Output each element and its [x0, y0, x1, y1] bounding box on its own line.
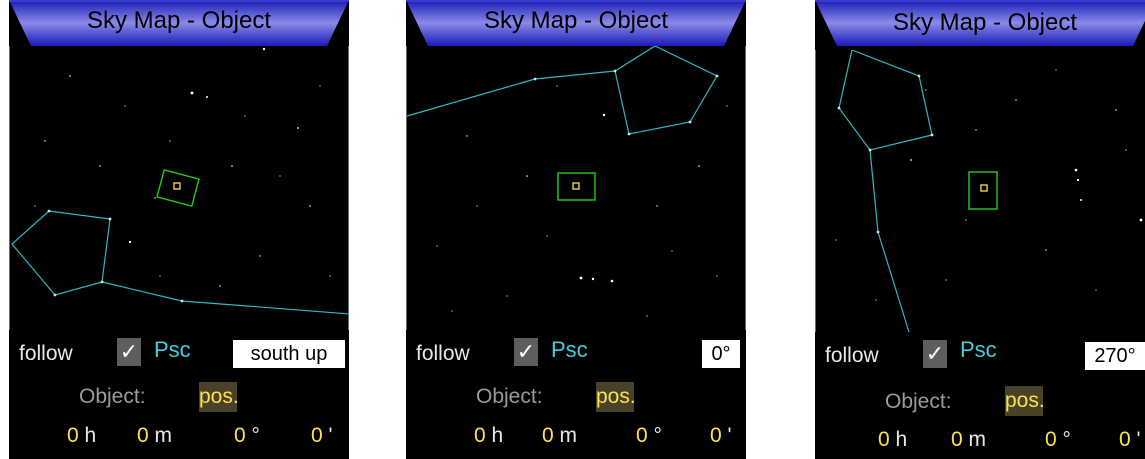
- follow-label: follow: [416, 342, 470, 365]
- dec-degrees-unit: °: [1062, 428, 1071, 451]
- dec-minutes: 0 ': [710, 422, 732, 450]
- constellation-lines: [838, 50, 933, 332]
- star-field: [436, 85, 728, 317]
- dec-degrees-unit: °: [653, 424, 662, 447]
- follow-checkbox[interactable]: ✓: [117, 338, 141, 366]
- ra-minutes: 0 m: [137, 422, 172, 450]
- ra-hours-unit: h: [895, 428, 908, 451]
- sky-map-panel-0deg: Sky Map - Object follow ✓ Psc 0° Object:…: [406, 0, 746, 459]
- constellation-label: Psc: [154, 337, 191, 362]
- sky-map-view[interactable]: [406, 46, 746, 330]
- field-of-view-frame: [557, 172, 596, 201]
- dec-minutes-unit: ': [328, 424, 333, 447]
- title-bar: Sky Map - Object: [406, 0, 746, 46]
- sky-map-panel-south-up: Sky Map - Object follow ✓ Psc south up O…: [9, 0, 349, 459]
- star-field: [835, 69, 1143, 301]
- ra-hours: 0 h: [878, 426, 907, 454]
- dec-minutes-unit: ': [1136, 428, 1141, 451]
- constellation-label: Psc: [551, 337, 588, 362]
- follow-checkbox[interactable]: ✓: [514, 338, 538, 366]
- rotation-selector[interactable]: 270°: [1085, 342, 1145, 370]
- object-marker: [173, 182, 181, 190]
- object-label: Object:: [476, 385, 543, 408]
- ra-hours-value: 0: [474, 424, 486, 447]
- ra-minutes-value: 0: [137, 424, 149, 447]
- constellation-label: Psc: [960, 337, 997, 362]
- dec-degrees: 0 °: [234, 422, 260, 450]
- ra-minutes: 0 m: [951, 426, 986, 454]
- ra-minutes: 0 m: [542, 422, 577, 450]
- dec-minutes: 0 ': [1119, 426, 1141, 454]
- pos-button[interactable]: pos.: [199, 382, 239, 412]
- pos-button[interactable]: pos.: [596, 382, 636, 412]
- dec-degrees-value: 0: [636, 424, 648, 447]
- ra-hours-value: 0: [67, 424, 79, 447]
- dec-minutes-value: 0: [1119, 428, 1131, 451]
- sky-map-view[interactable]: [815, 50, 1145, 332]
- sky-map-panel-270deg: Sky Map - Object follow ✓ Psc 270° Objec…: [815, 0, 1145, 459]
- object-label: Object:: [79, 385, 146, 408]
- object-label: Object:: [885, 390, 952, 413]
- dec-degrees-unit: °: [251, 424, 260, 447]
- title-bar: Sky Map - Object: [815, 0, 1145, 46]
- constellation-lines: [407, 46, 718, 135]
- ra-minutes-unit: m: [559, 424, 578, 447]
- pos-button[interactable]: pos.: [1005, 386, 1045, 416]
- dec-degrees: 0 °: [636, 422, 662, 450]
- dec-minutes-unit: ': [727, 424, 732, 447]
- rotation-selector[interactable]: south up: [233, 340, 345, 368]
- title-bar: Sky Map - Object: [9, 0, 349, 46]
- constellation-lines: [11, 210, 349, 315]
- dec-minutes-value: 0: [710, 424, 722, 447]
- dec-degrees-value: 0: [1045, 428, 1057, 451]
- ra-hours: 0 h: [474, 422, 503, 450]
- window-title: Sky Map - Object: [892, 9, 1078, 36]
- rotation-selector[interactable]: 0°: [702, 340, 740, 368]
- ra-hours-value: 0: [878, 428, 890, 451]
- field-of-view-frame: [156, 168, 200, 208]
- follow-label: follow: [825, 344, 879, 367]
- ra-hours-unit: h: [84, 424, 97, 447]
- dec-degrees-value: 0: [234, 424, 246, 447]
- ra-minutes-value: 0: [951, 428, 963, 451]
- dec-minutes-value: 0: [311, 424, 323, 447]
- ra-hours-unit: h: [491, 424, 504, 447]
- star-field: [34, 47, 331, 287]
- ra-minutes-unit: m: [968, 428, 987, 451]
- object-marker: [980, 184, 988, 192]
- window-title: Sky Map - Object: [483, 7, 669, 34]
- dec-degrees: 0 °: [1045, 426, 1071, 454]
- follow-label: follow: [19, 342, 73, 365]
- sky-map-view[interactable]: [9, 46, 349, 330]
- ra-hours: 0 h: [67, 422, 96, 450]
- dec-minutes: 0 ': [311, 422, 333, 450]
- follow-checkbox[interactable]: ✓: [923, 340, 947, 368]
- window-title: Sky Map - Object: [86, 7, 272, 34]
- ra-minutes-value: 0: [542, 424, 554, 447]
- ra-minutes-unit: m: [154, 424, 173, 447]
- object-marker: [572, 182, 580, 190]
